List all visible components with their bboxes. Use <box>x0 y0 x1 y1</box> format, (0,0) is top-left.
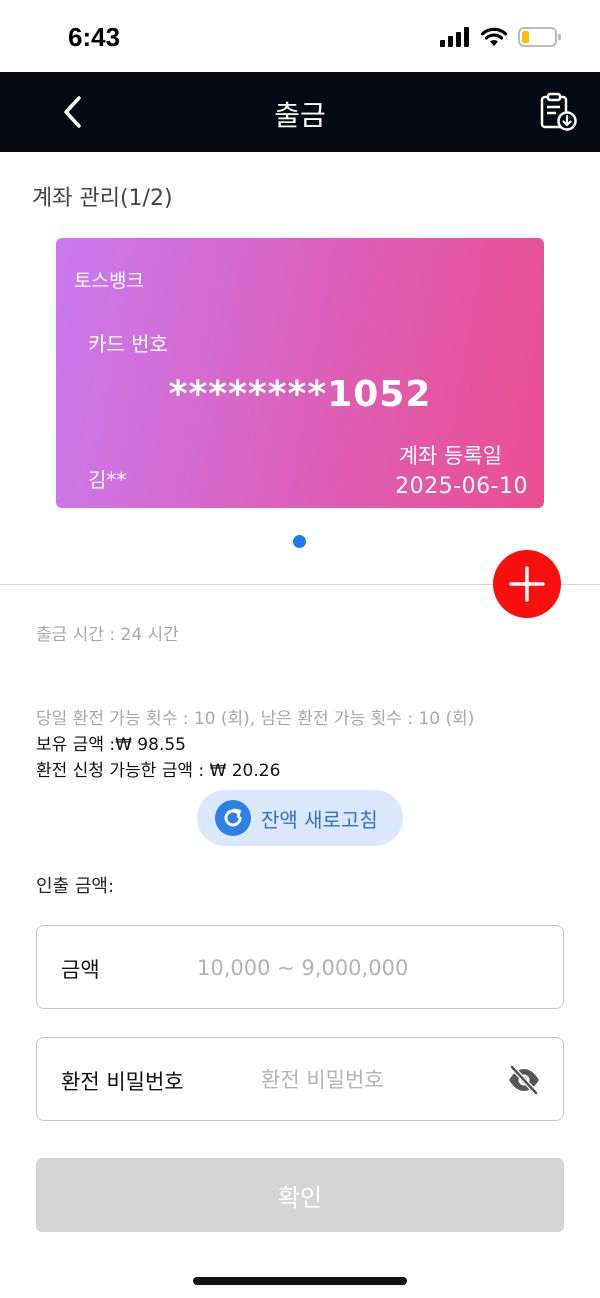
card-registered-date: 2025-06-10 <box>395 474 528 499</box>
nav-bar: 출금 <box>0 72 600 152</box>
card-bank-name: 토스뱅크 <box>74 270 144 292</box>
refresh-icon <box>215 800 251 836</box>
status-time: 6:43 <box>68 22 121 52</box>
clipboard-download-icon <box>540 92 577 131</box>
battery-icon <box>518 27 561 47</box>
history-button[interactable] <box>536 90 580 134</box>
amount-input[interactable] <box>197 952 537 984</box>
withdraw-time-info: 출금 시간 : 24 시간 <box>36 625 179 645</box>
exchange-count-info: 당일 환전 가능 횟수 : 10 (회), 남은 환전 가능 횟수 : 10 (… <box>36 709 475 729</box>
cellular-signal-icon <box>440 27 469 47</box>
password-field: 환전 비밀번호 <box>36 1037 564 1121</box>
page-title: 출금 <box>274 99 326 132</box>
refresh-balance-label: 잔액 새로고침 <box>261 807 378 832</box>
card-number: ********1052 <box>168 374 432 415</box>
plus-icon <box>509 566 545 602</box>
amount-field: 금액 <box>36 925 564 1009</box>
card-number-label: 카드 번호 <box>88 332 168 356</box>
card-registered-label: 계좌 등록일 <box>398 444 502 468</box>
withdraw-amount-label: 인출 금액: <box>36 876 115 897</box>
home-indicator <box>193 1277 407 1285</box>
password-visibility-toggle[interactable] <box>507 1064 541 1096</box>
account-section-title: 계좌 관리(1/2) <box>32 186 173 211</box>
amount-label: 금액 <box>61 958 100 982</box>
wifi-icon <box>480 27 508 46</box>
carousel-page-dot[interactable] <box>293 535 306 548</box>
balance-info: 보유 금액 :₩ 98.55 <box>36 735 186 755</box>
refresh-balance-button[interactable]: 잔액 새로고침 <box>197 790 403 846</box>
bank-card[interactable]: 토스뱅크 카드 번호 ********1052 김** 계좌 등록일 2025-… <box>56 238 544 508</box>
eye-off-icon <box>509 1064 539 1096</box>
password-input[interactable] <box>261 1064 501 1096</box>
status-icons <box>440 26 562 48</box>
card-holder: 김** <box>88 468 127 492</box>
available-amount-info: 환전 신청 가능한 금액 : ₩ 20.26 <box>36 761 281 781</box>
confirm-button[interactable]: 확인 <box>36 1158 564 1232</box>
add-account-button[interactable] <box>493 550 561 618</box>
status-bar: 6:43 <box>0 0 600 72</box>
password-label: 환전 비밀번호 <box>61 1070 184 1094</box>
